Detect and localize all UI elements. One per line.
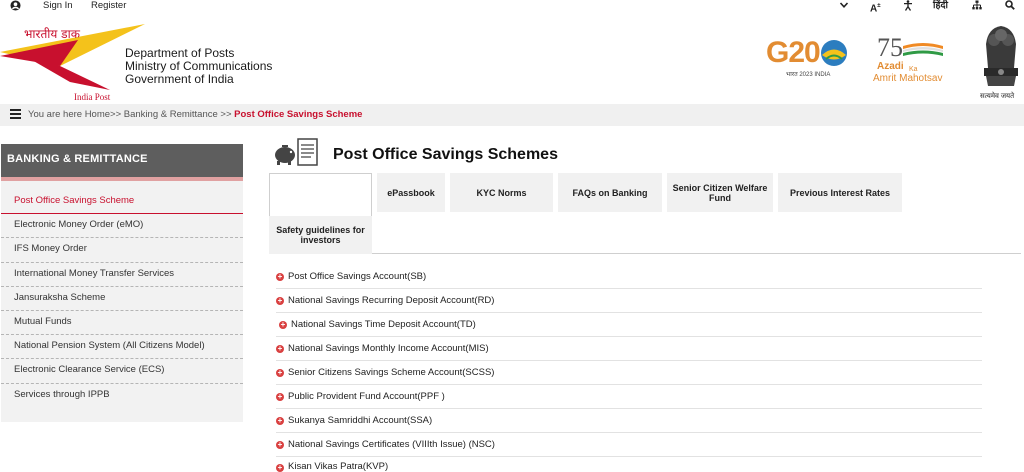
azadi-ka-amrit-mahotsav-logo: 75 Azadi Ka Amrit Mahotsav [873, 33, 965, 88]
sidebar-item-electronic-clearance-service[interactable]: Electronic Clearance Service (ECS) [1, 359, 243, 384]
hamburger-menu-icon[interactable] [10, 109, 21, 119]
sidebar-item-mutual-funds[interactable]: Mutual Funds [1, 311, 243, 336]
register-link[interactable]: Register [91, 0, 126, 12]
tab-senior-citizen-welfare-fund[interactable]: Senior Citizen Welfare Fund [667, 173, 773, 212]
plus-circle-icon: + [276, 439, 284, 449]
tab-faqs-on-banking[interactable]: FAQs on Banking [558, 173, 662, 212]
font-size-icon[interactable]: A± [870, 0, 881, 15]
azadi-75-text: 75 [877, 33, 903, 62]
sidebar-heading: BANKING & REMITTANCE [1, 144, 243, 177]
g20-subtitle: भारत 2023 INDIA [786, 72, 831, 78]
scheme-label: Public Provident Fund Account(PPF ) [288, 391, 445, 402]
sidebar-item-international-money-transfer[interactable]: International Money Transfer Services [1, 263, 243, 287]
national-emblem: सत्यमेव जयते [978, 22, 1024, 104]
scheme-label: Kisan Vikas Patra(KVP) [288, 461, 389, 472]
breadcrumb: You are here Home>> Banking & Remittance… [28, 109, 362, 121]
tab-previous-interest-rates[interactable]: Previous Interest Rates [778, 173, 902, 212]
scheme-label: National Savings Monthly Income Account(… [288, 343, 489, 354]
scheme-item-ppf[interactable]: + Public Provident Fund Account(PPF ) [276, 385, 982, 409]
tab-kyc-norms[interactable]: KYC Norms [450, 173, 553, 212]
lion-capital-emblem-icon [984, 26, 1018, 86]
chevron-down-icon[interactable] [839, 0, 849, 10]
sidebar-item-electronic-money-order[interactable]: Electronic Money Order (eMO) [1, 214, 243, 239]
amrit-mahotsav-words: Amrit Mahotsav [873, 73, 943, 84]
azadi-ka-word: Ka [909, 66, 918, 73]
sidebar-item-services-through-ippb[interactable]: Services through IPPB [1, 384, 243, 408]
plus-circle-icon: + [276, 367, 284, 377]
logo-english-text: India Post [74, 92, 111, 102]
sign-in-link[interactable]: Sign In [43, 0, 73, 12]
page-title: Post Office Savings Schemes [333, 146, 558, 163]
tricolour-flag-icon [903, 43, 943, 56]
scheme-item-ssa[interactable]: + Sukanya Samriddhi Account(SSA) [276, 409, 982, 433]
breadcrumb-current: Post Office Savings Scheme [234, 109, 363, 120]
scheme-item-td[interactable]: + National Savings Time Deposit Account(… [276, 313, 982, 337]
sidebar-item-ifs-money-order[interactable]: IFS Money Order [1, 238, 243, 263]
search-icon[interactable] [1005, 0, 1015, 10]
top-utility-bar: Sign In Register A± हिंदी [0, 0, 1024, 15]
department-name: Department of Posts Ministry of Communic… [125, 47, 272, 86]
sidebar-item-post-office-savings-scheme[interactable]: Post Office Savings Scheme [1, 190, 243, 215]
plus-circle-icon: + [276, 343, 284, 353]
lotus-globe-icon [821, 40, 847, 66]
scheme-label: Senior Citizens Savings Scheme Account(S… [288, 367, 495, 378]
scheme-item-sb[interactable]: + Post Office Savings Account(SB) [276, 265, 982, 289]
tab-safety-guidelines-for-investors[interactable]: Safety guidelines for investors [269, 216, 372, 254]
tab-epassbook[interactable]: ePassbook [377, 173, 445, 212]
plus-circle-icon: + [276, 463, 284, 472]
sitemap-icon[interactable] [972, 0, 982, 10]
plus-circle-icon: + [276, 391, 284, 401]
plus-circle-icon: + [276, 295, 284, 305]
emblem-motto: सत्यमेव जयते [980, 93, 1015, 100]
scheme-item-rd[interactable]: + National Savings Recurring Deposit Acc… [276, 289, 982, 313]
scheme-item-nsc[interactable]: + National Savings Certificates (VIIIth … [276, 433, 982, 457]
tab-divider [269, 253, 1021, 254]
scheme-item-scss[interactable]: + Senior Citizens Savings Scheme Account… [276, 361, 982, 385]
breadcrumb-bar: You are here Home>> Banking & Remittance… [0, 104, 1024, 126]
plus-circle-icon: + [279, 319, 287, 329]
accessibility-icon[interactable] [903, 0, 913, 11]
hindi-language-link[interactable]: हिंदी [933, 0, 948, 12]
azadi-word: Azadi [877, 61, 904, 72]
scheme-label: Sukanya Samriddhi Account(SSA) [288, 415, 433, 426]
g20-logo: G20 भारत 2023 INDIA [766, 36, 856, 82]
dept-line-3: Government of India [125, 72, 234, 86]
g20-text: G20 [766, 36, 821, 69]
plus-circle-icon: + [276, 271, 284, 281]
india-post-logo[interactable]: भारतीय डाक India Post [0, 24, 145, 104]
logo-hindi-text: भारतीय डाक [24, 27, 80, 41]
sidebar-item-national-pension-system[interactable]: National Pension System (All Citizens Mo… [1, 335, 243, 360]
scheme-label: National Savings Certificates (VIIIth Is… [288, 439, 495, 450]
breadcrumb-path[interactable]: You are here Home>> Banking & Remittance… [28, 109, 234, 120]
scheme-item-kvp[interactable]: + Kisan Vikas Patra(KVP) [276, 457, 982, 472]
plus-circle-icon: + [276, 415, 284, 425]
scheme-item-mis[interactable]: + National Savings Monthly Income Accoun… [276, 337, 982, 361]
scheme-label: National Savings Recurring Deposit Accou… [288, 295, 495, 306]
scheme-label: National Savings Time Deposit Account(TD… [291, 319, 476, 330]
sidebar: BANKING & REMITTANCE Post Office Savings… [1, 144, 243, 422]
sidebar-item-jansuraksha-scheme[interactable]: Jansuraksha Scheme [1, 287, 243, 311]
scheme-label: Post Office Savings Account(SB) [288, 271, 427, 282]
user-icon[interactable] [10, 0, 21, 11]
savings-passbook-icon [275, 138, 318, 166]
